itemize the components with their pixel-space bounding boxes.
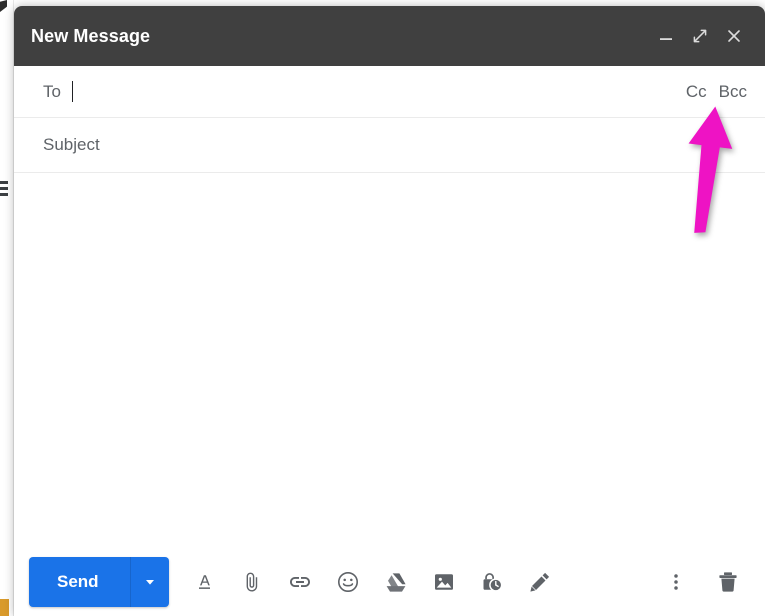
background-text-fragment (0, 193, 8, 196)
send-button-group: Send (29, 557, 169, 607)
close-button[interactable] (717, 19, 751, 53)
expand-button[interactable] (683, 19, 717, 53)
to-field-row[interactable]: To Cc Bcc (14, 66, 765, 118)
compose-header[interactable]: New Message (14, 6, 765, 66)
discard-draft-button[interactable] (711, 565, 745, 599)
subject-field-row[interactable]: Subject (14, 118, 765, 173)
toolbar-right-group (659, 565, 745, 599)
insert-emoji-button[interactable] (331, 565, 365, 599)
background-glyph-fragment (0, 0, 7, 12)
send-button[interactable]: Send (29, 557, 131, 607)
to-label: To (43, 82, 61, 102)
attach-file-button[interactable] (235, 565, 269, 599)
confidential-mode-button[interactable] (475, 565, 509, 599)
insert-drive-file-button[interactable] (379, 565, 413, 599)
background-text-fragment (0, 187, 8, 190)
insert-signature-button[interactable] (523, 565, 557, 599)
insert-photo-button[interactable] (427, 565, 461, 599)
message-body-input[interactable] (14, 173, 765, 548)
toolbar-icon-group (187, 565, 557, 599)
compose-window-title: New Message (31, 26, 649, 47)
cc-bcc-group: Cc Bcc (686, 82, 747, 102)
background-accent-chip (0, 599, 9, 616)
send-options-button[interactable] (131, 557, 169, 607)
bcc-link[interactable]: Bcc (719, 82, 747, 102)
more-options-button[interactable] (659, 565, 693, 599)
insert-link-button[interactable] (283, 565, 317, 599)
background-page (0, 0, 14, 616)
compose-window: New Message To (14, 6, 765, 616)
minimize-button[interactable] (649, 19, 683, 53)
compose-toolbar: Send (14, 548, 765, 616)
cc-link[interactable]: Cc (686, 82, 707, 102)
background-text-fragment (0, 181, 8, 184)
formatting-options-button[interactable] (187, 565, 221, 599)
subject-input[interactable]: Subject (43, 135, 100, 155)
to-input[interactable] (73, 66, 686, 117)
